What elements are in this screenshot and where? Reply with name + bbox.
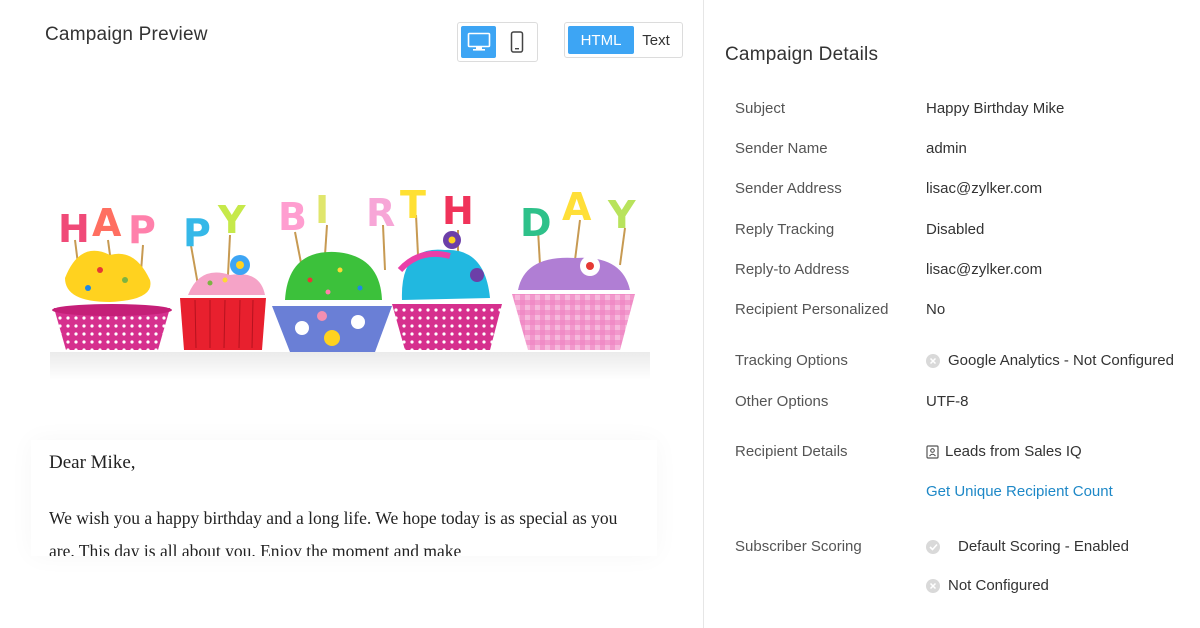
email-message: We wish you a happy birthday and a long … [49, 508, 618, 556]
candle-letter-y: Y [217, 198, 246, 242]
email-body: Dear Mike, We wish you a happy birthday … [31, 440, 657, 556]
campaign-preview-pane: Campaign Preview HTML Text H A P P Y B I… [0, 0, 703, 628]
format-toggle: HTML Text [564, 22, 683, 58]
campaign-details-pane: Campaign Details Subject Happy Birthday … [704, 0, 1200, 628]
other-options-label: Other Options [735, 393, 829, 410]
sender-address-label: Sender Address [735, 180, 842, 197]
candle-letter-r: R [366, 191, 395, 235]
reply-tracking-value: Disabled [926, 221, 985, 238]
subscriber-scoring-text-2: Not Configured [948, 577, 1049, 594]
details-title: Campaign Details [725, 44, 879, 65]
candle-letter-h: H [58, 207, 90, 251]
candle-letter-t: T [400, 183, 426, 227]
subscriber-scoring-text: Default Scoring - Enabled [958, 538, 1129, 555]
tracking-options-text: Google Analytics - Not Configured [948, 352, 1174, 369]
sender-name-label: Sender Name [735, 140, 828, 157]
check-icon [926, 539, 940, 554]
candle-letter-a: A [92, 201, 122, 245]
candle-letter-h2: H [442, 189, 474, 233]
mobile-view-button[interactable] [499, 26, 534, 58]
candle-letter-p2: P [183, 211, 211, 255]
device-toggle [457, 22, 538, 62]
desktop-icon [467, 32, 490, 51]
text-format-button[interactable]: Text [634, 26, 678, 54]
subject-label: Subject [735, 100, 786, 117]
not-configured-icon [926, 578, 940, 593]
reply-to-value: lisac@zylker.com [926, 261, 1043, 278]
preview-title: Campaign Preview [45, 24, 208, 45]
get-unique-recipient-count-link[interactable]: Get Unique Recipient Count [926, 483, 1113, 500]
other-options-value: UTF-8 [926, 393, 969, 410]
html-format-button[interactable]: HTML [568, 26, 634, 54]
birthday-banner-image: H A P P Y B I R T H D A Y [50, 183, 650, 380]
desktop-view-button[interactable] [461, 26, 496, 58]
tracking-options-label: Tracking Options [735, 352, 848, 369]
list-icon [926, 444, 939, 459]
tracking-options-value: Google Analytics - Not Configured [926, 352, 1174, 369]
recipient-details-value: Leads from Sales IQ [926, 443, 1082, 460]
mobile-icon [510, 31, 523, 53]
recipient-personalized-value: No [926, 301, 946, 318]
recipient-details-label: Recipient Details [735, 443, 848, 460]
candle-letter-i: I [315, 188, 329, 232]
recipient-personalized-label: Recipient Personalized [735, 301, 889, 318]
subscriber-scoring-value-2: Not Configured [926, 577, 1049, 594]
candle-letter-d: D [520, 201, 552, 245]
candle-letter-p: P [128, 208, 156, 252]
reply-to-label: Reply-to Address [735, 261, 850, 278]
subscriber-scoring-label: Subscriber Scoring [735, 538, 862, 555]
recipient-list-name: Leads from Sales IQ [945, 443, 1082, 460]
email-greeting: Dear Mike, [49, 452, 136, 473]
sender-name-value: admin [926, 140, 967, 157]
candle-letter-a2: A [562, 185, 592, 229]
subscriber-scoring-value: Default Scoring - Enabled [926, 538, 1129, 555]
sender-address-value: lisac@zylker.com [926, 180, 1043, 197]
not-configured-icon [926, 353, 940, 368]
subject-value: Happy Birthday Mike [926, 100, 1065, 117]
candle-letter-b: B [278, 195, 307, 239]
candle-letter-y2: Y [607, 193, 636, 237]
reply-tracking-label: Reply Tracking [735, 221, 835, 238]
